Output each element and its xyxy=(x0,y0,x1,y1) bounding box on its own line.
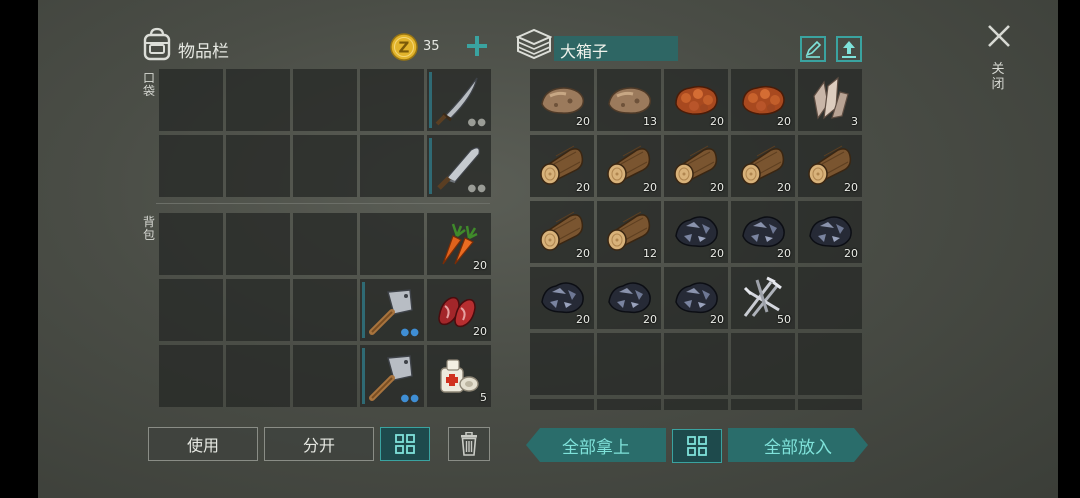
chest-slot[interactable]: 20 xyxy=(798,201,862,263)
item-count: 20 xyxy=(777,115,791,128)
chest-slot[interactable]: 20 xyxy=(530,135,594,197)
trash-icon xyxy=(461,432,477,456)
chest-slot[interactable] xyxy=(664,333,728,395)
game-screen: 物品栏 Z 35 口袋 背包 ●●●● 20●●20●●5 使用 分开 xyxy=(38,0,1058,498)
item-count: 20 xyxy=(710,181,724,194)
chest-slot[interactable] xyxy=(798,399,862,410)
chest-slot[interactable]: 20 xyxy=(664,267,728,329)
item-count: 3 xyxy=(851,115,858,128)
chest-slot[interactable]: 20 xyxy=(597,135,661,197)
chest-slot[interactable]: 3 xyxy=(798,69,862,131)
item-count: 20 xyxy=(643,313,657,326)
item-count: 20 xyxy=(576,181,590,194)
chest-slot[interactable]: 20 xyxy=(530,267,594,329)
item-count: 13 xyxy=(643,115,657,128)
chest-slot[interactable]: 20 xyxy=(798,135,862,197)
trash-button[interactable] xyxy=(448,427,490,461)
chest-slot[interactable]: 20 xyxy=(664,135,728,197)
chest-slot[interactable] xyxy=(798,267,862,329)
put-all-button[interactable]: 全部放入 xyxy=(728,428,868,462)
chest-slot[interactable] xyxy=(597,399,661,410)
chest-slot[interactable]: 20 xyxy=(731,69,795,131)
item-count: 20 xyxy=(844,181,858,194)
chest-slot[interactable] xyxy=(530,399,594,410)
use-button[interactable]: 使用 xyxy=(148,427,258,461)
chest-slot[interactable] xyxy=(597,333,661,395)
sort-chest-button[interactable] xyxy=(672,429,722,463)
take-all-label: 全部拿上 xyxy=(562,437,630,458)
item-count: 50 xyxy=(777,313,791,326)
item-count: 20 xyxy=(777,247,791,260)
chest-slot[interactable]: 13 xyxy=(597,69,661,131)
chest-grid: 20 13 20 20 3 20 20 20 20 20 20 12 20 20 20 20 20 20 50 xyxy=(38,0,1058,410)
chest-slot[interactable]: 20 xyxy=(731,135,795,197)
chest-slot[interactable]: 12 xyxy=(597,201,661,263)
chest-slot[interactable] xyxy=(731,333,795,395)
take-all-button[interactable]: 全部拿上 xyxy=(526,428,666,462)
chest-slot[interactable]: 20 xyxy=(530,201,594,263)
chest-slot[interactable] xyxy=(798,333,862,395)
chest-slot[interactable]: 20 xyxy=(731,201,795,263)
chest-slot[interactable]: 20 xyxy=(664,201,728,263)
grid-icon xyxy=(395,434,415,454)
split-button[interactable]: 分开 xyxy=(264,427,374,461)
chest-slot[interactable] xyxy=(731,399,795,410)
item-count: 20 xyxy=(576,313,590,326)
close-label: 关闭 xyxy=(991,62,1005,92)
grid-icon xyxy=(687,436,707,456)
chest-slot[interactable]: 50 xyxy=(731,267,795,329)
chest-slot[interactable] xyxy=(530,333,594,395)
chest-slot[interactable]: 20 xyxy=(597,267,661,329)
item-count: 20 xyxy=(576,115,590,128)
item-count: 20 xyxy=(710,115,724,128)
sort-inventory-button[interactable] xyxy=(380,427,430,461)
close-button[interactable] xyxy=(986,23,1012,49)
item-count: 20 xyxy=(844,247,858,260)
item-count: 20 xyxy=(643,181,657,194)
item-count: 20 xyxy=(576,247,590,260)
chest-slot[interactable]: 20 xyxy=(530,69,594,131)
item-count: 20 xyxy=(710,313,724,326)
put-all-label: 全部放入 xyxy=(764,437,832,458)
chest-slot[interactable] xyxy=(664,399,728,410)
item-count: 20 xyxy=(777,181,791,194)
item-count: 12 xyxy=(643,247,657,260)
crystal-icon xyxy=(804,74,856,126)
item-count: 20 xyxy=(710,247,724,260)
chest-slot[interactable]: 20 xyxy=(664,69,728,131)
close-icon xyxy=(988,25,1010,47)
